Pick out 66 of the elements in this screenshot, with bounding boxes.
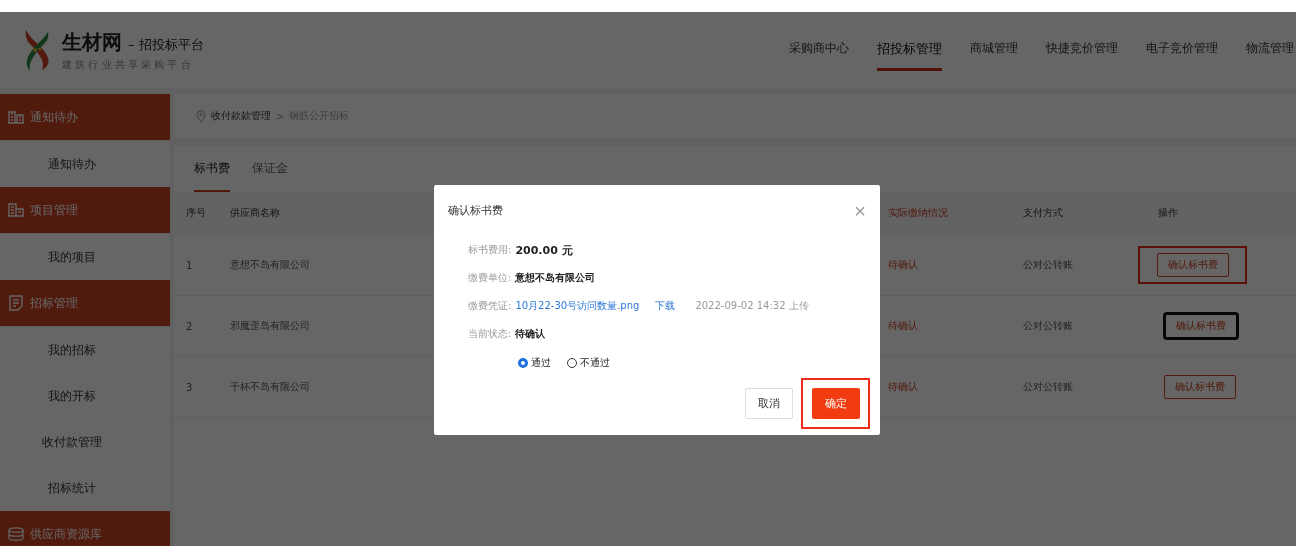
radio-label: 不通过	[580, 356, 610, 370]
sidebar-item[interactable]: 我的招标	[0, 327, 170, 373]
table-cell: 3	[186, 381, 193, 393]
sidebar-item[interactable]: 招标统计	[0, 465, 170, 511]
confirm-fee-button[interactable]: 确认标书费	[1164, 313, 1238, 339]
field-value: 200.00 元	[515, 242, 573, 258]
radio-label: 通过	[531, 356, 551, 370]
breadcrumb-link[interactable]: 收付款款管理	[211, 109, 271, 123]
nav-link[interactable]: 采购商中心	[789, 29, 849, 71]
sidebar-group-header[interactable]: 项目管理	[0, 187, 170, 234]
field-label: 标书费用:	[468, 243, 512, 257]
list-icon	[8, 295, 24, 311]
sidebar-group-title: 项目管理	[30, 201, 78, 219]
tab[interactable]: 保证金	[252, 146, 288, 192]
upload-time: 2022-09-02 14:32 上传	[695, 299, 809, 313]
table-cell: 公对公转账	[1023, 320, 1073, 331]
field-label: 缴费单位:	[468, 271, 512, 285]
field-label: 缴费凭证:	[468, 299, 512, 313]
sidebar-group-title: 通知待办	[30, 108, 78, 126]
location-pin-icon	[196, 109, 206, 123]
table-cell: 待确认	[888, 259, 918, 270]
radio-button[interactable]	[518, 358, 528, 368]
table-cell: 公对公转账	[1023, 381, 1073, 392]
nav-link[interactable]: 商城管理	[970, 29, 1018, 71]
sidebar-item[interactable]: 我的项目	[0, 234, 170, 280]
field-label: 当前状态:	[468, 327, 512, 341]
radio-option[interactable]: 通过	[518, 356, 551, 370]
confirm-fee-button[interactable]: 确认标书费	[1164, 375, 1236, 399]
nav-link[interactable]: 电子竞价管理	[1146, 29, 1218, 71]
nav-link[interactable]: 快捷竞价管理	[1046, 29, 1118, 71]
sidebar-group-title: 招标管理	[30, 294, 78, 312]
breadcrumb-separator: >	[276, 110, 285, 122]
table-cell: 待确认	[888, 320, 918, 331]
column-header: 序号	[186, 207, 206, 218]
sidebar-group-header[interactable]: 招标管理	[0, 280, 170, 327]
sidebar-group-header[interactable]: 供应商资源库	[0, 511, 170, 546]
radio-option[interactable]: 不通过	[567, 356, 610, 370]
sidebar-group-header[interactable]: 通知待办	[0, 94, 170, 141]
database-icon	[8, 527, 24, 541]
building-icon	[8, 110, 24, 124]
table-cell: 1	[186, 259, 193, 271]
file-link[interactable]: 10月22-30号访问数量.png	[515, 299, 640, 313]
confirm-fee-button[interactable]: 确认标书费	[1157, 253, 1229, 277]
table-cell: 2	[186, 320, 193, 332]
close-button[interactable]: ×	[854, 200, 866, 221]
column-header: 支付方式	[1023, 207, 1063, 218]
brand-subtitle: – 招投标平台	[128, 35, 204, 54]
sidebar-item[interactable]: 我的开标	[0, 373, 170, 419]
field-value: 意想不岛有限公司	[515, 271, 596, 285]
nav-link[interactable]: 物流管理	[1246, 29, 1294, 71]
brand-name: 生材网	[62, 28, 122, 56]
column-header: 供应商名称	[230, 207, 280, 218]
building-icon	[8, 203, 24, 217]
dialog-title: 确认标书费	[448, 203, 503, 218]
table-cell: 待确认	[888, 381, 918, 392]
sidebar-item[interactable]: 收付款管理	[0, 419, 170, 465]
sidebar-group-title: 供应商资源库	[30, 525, 102, 543]
column-header: 操作	[1158, 206, 1178, 220]
cancel-button[interactable]: 取消	[745, 388, 793, 419]
column-header: 实际缴纳情况	[888, 207, 948, 218]
download-link[interactable]: 下载	[655, 299, 676, 313]
field-value: 待确认	[515, 327, 546, 341]
table-cell: 公对公转账	[1023, 259, 1073, 270]
sidebar-item[interactable]: 通知待办	[0, 141, 170, 187]
nav-link[interactable]: 招投标管理	[877, 29, 942, 71]
confirm-button[interactable]: 确定	[812, 388, 860, 419]
